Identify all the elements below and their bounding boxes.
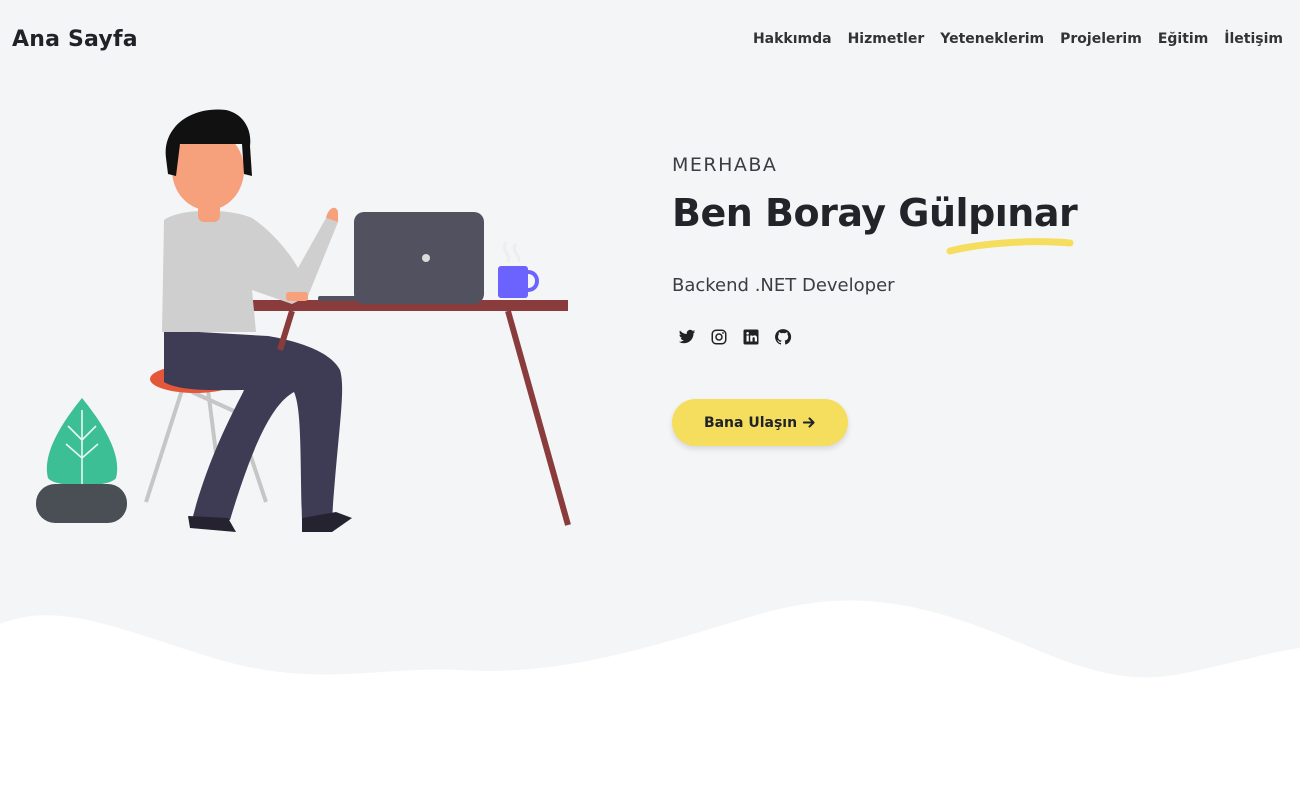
nav-link-about[interactable]: Hakkımda: [753, 31, 832, 47]
social-links: [678, 328, 792, 346]
nav-link-contact[interactable]: İletişim: [1224, 31, 1283, 47]
developer-at-desk-illustration: [36, 109, 571, 532]
linkedin-icon[interactable]: [742, 328, 760, 346]
contact-cta-button[interactable]: Bana Ulaşın: [672, 399, 848, 446]
person-head: [165, 109, 252, 222]
hero-subtitle: Backend .NET Developer: [672, 275, 895, 296]
hero-greeting: MERHABA: [672, 154, 778, 176]
hero-wave-divider: [0, 600, 1300, 794]
person-legs: [164, 330, 352, 532]
nav-link-services[interactable]: Hizmetler: [848, 31, 925, 47]
person-body: [162, 207, 338, 332]
nav-link-projects[interactable]: Projelerim: [1060, 31, 1142, 47]
hero-section: Ana Sayfa Hakkımda Hizmetler Yetenekleri…: [0, 0, 1300, 794]
laptop-illustration: [318, 212, 484, 304]
nav-link-education[interactable]: Eğitim: [1158, 31, 1208, 47]
nav-link-skills[interactable]: Yeteneklerim: [940, 31, 1044, 47]
arrow-right-icon: [803, 417, 815, 428]
instagram-icon[interactable]: [710, 328, 728, 346]
hero-title: Ben Boray Gülpınar: [672, 191, 1078, 235]
desk-illustration: [236, 300, 571, 526]
brand-home-link[interactable]: Ana Sayfa: [12, 27, 138, 52]
main-nav: Hakkımda Hizmetler Yeteneklerim Projeler…: [753, 31, 1283, 47]
contact-cta-label: Bana Ulaşın: [703, 414, 798, 431]
mug-illustration: [498, 241, 539, 298]
plant-illustration: [36, 398, 127, 523]
twitter-icon[interactable]: [678, 328, 696, 346]
title-underline-decoration: [946, 238, 1074, 255]
github-icon[interactable]: [774, 328, 792, 346]
